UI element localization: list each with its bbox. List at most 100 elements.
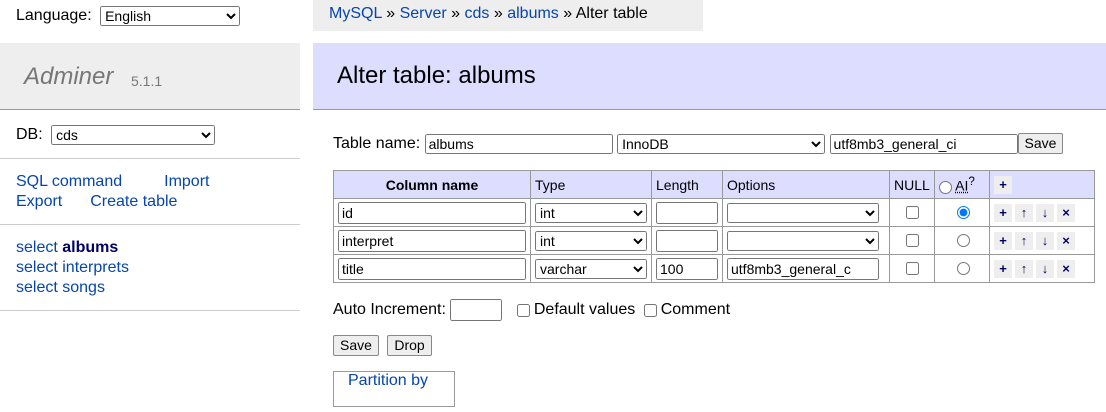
cell bbox=[934, 198, 990, 227]
ai-label: AI bbox=[955, 177, 969, 194]
ai-radio[interactable] bbox=[956, 206, 970, 219]
breadcrumb-table[interactable]: albums bbox=[507, 5, 559, 22]
cell bbox=[651, 226, 723, 255]
ai-none-radio[interactable] bbox=[939, 180, 952, 194]
ai-help-icon[interactable]: ? bbox=[968, 175, 974, 188]
type-select[interactable]: int bbox=[535, 230, 647, 251]
remove-icon[interactable]: × bbox=[1057, 203, 1075, 222]
auto-increment-input[interactable] bbox=[450, 299, 503, 321]
sidebar-links: SQL command Import Export Create table bbox=[16, 172, 231, 212]
move-up-icon[interactable]: ↑ bbox=[1015, 203, 1033, 222]
divider bbox=[0, 310, 300, 311]
add-icon[interactable]: + bbox=[994, 203, 1012, 222]
export-link[interactable]: Export bbox=[16, 193, 62, 210]
page-header: Alter table: albums bbox=[313, 43, 1106, 110]
columns-header-row: Column name Type Length Options NULL AI?… bbox=[333, 170, 1095, 199]
cell bbox=[722, 226, 890, 255]
breadcrumb-server[interactable]: Server bbox=[400, 5, 447, 22]
move-up-icon[interactable]: ↑ bbox=[1015, 259, 1033, 278]
sidebar: Language: English Adminer 5.1.1 DB: cds … bbox=[0, 0, 300, 412]
breadcrumb-sep: » bbox=[493, 5, 503, 22]
columns-table: Column name Type Length Options NULL AI?… bbox=[333, 170, 1095, 283]
table-options: Auto Increment: Default values Comment bbox=[333, 299, 730, 321]
length-input[interactable] bbox=[656, 257, 718, 280]
db-select[interactable]: cds bbox=[51, 125, 216, 145]
auto-increment-label: Auto Increment: bbox=[333, 301, 446, 319]
language-label: Language: bbox=[16, 7, 92, 25]
cell: int bbox=[530, 226, 652, 255]
cell bbox=[889, 198, 935, 227]
cell bbox=[333, 198, 531, 227]
partition-by-link[interactable]: Partition by bbox=[344, 372, 433, 390]
cell bbox=[889, 226, 935, 255]
cell bbox=[722, 254, 890, 283]
page-title: Alter table: albums bbox=[337, 62, 536, 89]
ai-radio[interactable] bbox=[956, 234, 970, 247]
table-name-row: Table name: InnoDB Save bbox=[333, 133, 1064, 154]
null-checkbox[interactable] bbox=[906, 262, 919, 275]
cell bbox=[934, 226, 990, 255]
move-down-icon[interactable]: ↓ bbox=[1036, 231, 1054, 250]
move-down-icon[interactable]: ↓ bbox=[1036, 259, 1054, 278]
breadcrumb-current: Alter table bbox=[575, 5, 648, 22]
table-row: int +↑↓× bbox=[333, 198, 1095, 227]
default-values-checkbox[interactable] bbox=[516, 303, 530, 317]
select-songs-link[interactable]: select songs bbox=[16, 279, 105, 296]
add-icon[interactable]: + bbox=[994, 231, 1012, 250]
options-input[interactable] bbox=[727, 257, 879, 280]
create-table-link[interactable]: Create table bbox=[90, 193, 177, 210]
null-checkbox[interactable] bbox=[906, 234, 919, 247]
divider bbox=[0, 158, 300, 159]
table-row: int +↑↓× bbox=[333, 226, 1095, 255]
collation-input[interactable] bbox=[829, 133, 1018, 154]
cell: varchar bbox=[530, 254, 652, 283]
col-header-length: Length bbox=[651, 170, 723, 199]
drop-button[interactable]: Drop bbox=[387, 335, 432, 356]
cell bbox=[934, 254, 990, 283]
select-interprets-link[interactable]: select interprets bbox=[16, 259, 129, 276]
breadcrumb-mysql[interactable]: MySQL bbox=[329, 5, 382, 22]
breadcrumb-db[interactable]: cds bbox=[465, 5, 490, 22]
comment-checkbox[interactable] bbox=[643, 303, 657, 317]
cell bbox=[333, 226, 531, 255]
cell bbox=[722, 198, 890, 227]
options-select[interactable] bbox=[727, 202, 879, 223]
column-name-input[interactable] bbox=[338, 229, 526, 252]
length-input[interactable] bbox=[656, 229, 718, 252]
add-column-icon[interactable]: + bbox=[994, 175, 1012, 194]
save-button[interactable]: Save bbox=[333, 335, 379, 356]
column-name-input[interactable] bbox=[338, 201, 526, 224]
ai-radio[interactable] bbox=[956, 262, 970, 275]
table-row: varchar +↑↓× bbox=[333, 254, 1095, 283]
remove-icon[interactable]: × bbox=[1057, 259, 1075, 278]
move-up-icon[interactable]: ↑ bbox=[1015, 231, 1033, 250]
type-select[interactable]: varchar bbox=[535, 258, 647, 279]
col-header-type: Type bbox=[530, 170, 652, 199]
move-down-icon[interactable]: ↓ bbox=[1036, 203, 1054, 222]
options-select[interactable] bbox=[727, 230, 879, 251]
cell: int bbox=[530, 198, 652, 227]
partition-fieldset: Partition by bbox=[333, 371, 455, 407]
column-name-input[interactable] bbox=[338, 257, 526, 280]
length-input[interactable] bbox=[656, 201, 718, 224]
select-albums-link[interactable]: select albums bbox=[16, 239, 118, 256]
sql-command-link[interactable]: SQL command bbox=[16, 173, 122, 190]
table-name-label: Table name: bbox=[333, 135, 421, 152]
table-name-input[interactable] bbox=[424, 133, 613, 154]
table-list: select albums select interprets select s… bbox=[16, 238, 129, 298]
remove-icon[interactable]: × bbox=[1057, 231, 1075, 250]
save-button-top[interactable]: Save bbox=[1017, 133, 1064, 154]
import-link[interactable]: Import bbox=[164, 173, 209, 190]
type-select[interactable]: int bbox=[535, 202, 647, 223]
adminer-logo-link[interactable]: Adminer bbox=[24, 63, 113, 91]
default-values-label: Default values bbox=[533, 301, 636, 319]
col-header-actions: + bbox=[989, 170, 1095, 199]
brand: Adminer 5.1.1 bbox=[0, 43, 300, 110]
breadcrumb: MySQL » Server » cds » albums » Alter ta… bbox=[313, 0, 703, 31]
null-checkbox[interactable] bbox=[906, 206, 919, 219]
cell bbox=[651, 254, 723, 283]
add-icon[interactable]: + bbox=[994, 259, 1012, 278]
breadcrumb-sep: » bbox=[386, 5, 396, 22]
engine-select[interactable]: InnoDB bbox=[617, 133, 826, 154]
language-select[interactable]: English bbox=[100, 6, 241, 26]
